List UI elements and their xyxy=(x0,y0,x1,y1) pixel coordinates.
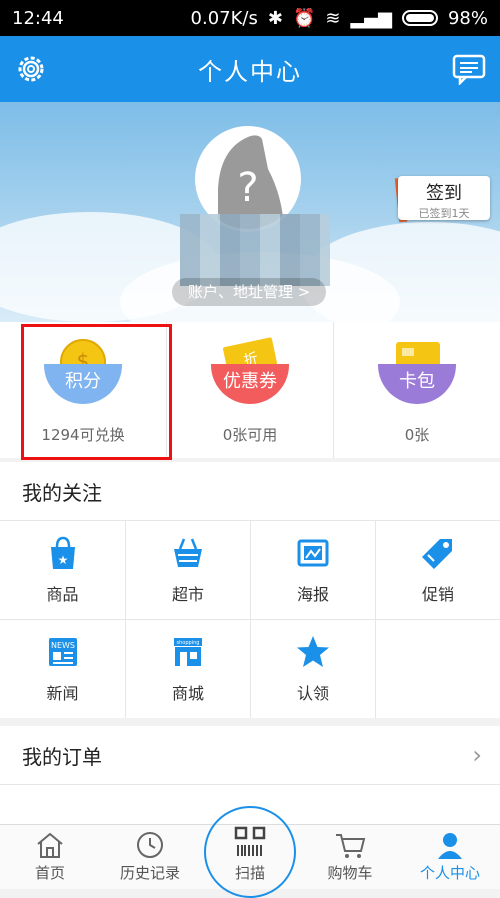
coupon-card[interactable]: 折 优惠券 0张可用 xyxy=(166,322,333,458)
follow-item-label: 商城 xyxy=(171,684,204,703)
follow-item-poster[interactable]: 海报 xyxy=(250,520,375,619)
coupon-badge: 优惠券 xyxy=(211,364,289,404)
follow-item-supermarket[interactable]: 超市 xyxy=(125,520,250,619)
points-card[interactable]: $ 积分 1294可兑换 xyxy=(0,322,166,458)
tab-profile[interactable]: 个人中心 xyxy=(400,825,500,889)
avatar-placeholder: ? xyxy=(237,165,259,211)
tag-icon xyxy=(422,539,452,569)
tab-label: 扫描 xyxy=(234,864,265,882)
home-icon xyxy=(37,832,63,858)
follow-item-goods[interactable]: ★ 商品 xyxy=(0,520,125,619)
profile-banner: ? 账户、地址管理 > 签到 已签到1天 xyxy=(0,102,500,322)
signal-icon: ▂▄▆ xyxy=(350,7,392,29)
bottom-tab-bar: 首页 历史记录 扫描 购物车 个人中心 xyxy=(0,824,500,889)
follow-section-title: 我的关注 xyxy=(0,462,500,520)
tab-label: 个人中心 xyxy=(419,864,480,882)
svg-text:★: ★ xyxy=(57,553,68,567)
scan-icon xyxy=(234,826,266,856)
battery-level: 98% xyxy=(447,7,488,29)
coupon-sub: 0张可用 xyxy=(222,426,278,444)
follow-item-label: 认领 xyxy=(296,684,329,703)
follow-item-label: 海报 xyxy=(296,585,329,604)
cardbag-badge: 卡包 xyxy=(378,364,456,404)
username-blurred xyxy=(180,214,330,286)
svg-text:NEWS: NEWS xyxy=(50,641,74,650)
basket-icon xyxy=(174,538,202,567)
checkin-status: 已签到1天 xyxy=(418,207,470,220)
wifi-icon: ≋ xyxy=(325,7,341,29)
tab-history[interactable]: 历史记录 xyxy=(100,825,200,889)
follow-grid: ★ 商品 超市 海报 促销 NEWS 新闻 shopping 商城 认领 xyxy=(0,520,500,718)
follow-item-promotion[interactable]: 促销 xyxy=(375,520,500,619)
settings-button[interactable] xyxy=(12,50,50,88)
orders-section-title: 我的订单 xyxy=(22,744,102,769)
message-icon xyxy=(452,54,486,85)
follow-item-label: 促销 xyxy=(421,585,454,604)
person-icon xyxy=(438,833,462,859)
follow-item-empty xyxy=(375,619,500,718)
checkin-label: 签到 xyxy=(426,183,462,204)
shop-icon: shopping xyxy=(174,638,202,666)
status-time: 12:44 xyxy=(12,7,64,29)
alarm-icon: ⏰ xyxy=(292,7,316,29)
points-badge: 积分 xyxy=(44,364,122,404)
svg-text:shopping: shopping xyxy=(177,640,200,646)
follow-item-news[interactable]: NEWS 新闻 xyxy=(0,619,125,718)
follow-item-mall[interactable]: shopping 商城 xyxy=(125,619,250,718)
tab-label: 首页 xyxy=(34,864,65,882)
points-sub: 1294可兑换 xyxy=(41,426,125,444)
tab-label: 历史记录 xyxy=(119,864,180,882)
app-header: 个人中心 xyxy=(0,36,500,102)
battery-icon xyxy=(401,10,438,26)
follow-item-label: 新闻 xyxy=(46,684,79,703)
follow-item-claim[interactable]: 认领 xyxy=(250,619,375,718)
news-icon: NEWS xyxy=(48,638,77,666)
tab-label: 购物车 xyxy=(327,864,373,882)
network-speed: 0.07K/s xyxy=(190,7,258,29)
follow-item-label: 商品 xyxy=(46,585,79,604)
poster-icon xyxy=(297,539,329,567)
account-address-link[interactable]: 账户、地址管理 > xyxy=(172,278,327,306)
follow-item-label: 超市 xyxy=(171,585,204,604)
bluetooth-icon: ✱ xyxy=(267,7,283,29)
gear-icon xyxy=(18,56,44,82)
checkin-button[interactable]: 签到 已签到1天 xyxy=(398,176,490,220)
tab-home[interactable]: 首页 xyxy=(0,825,100,889)
message-button[interactable] xyxy=(450,50,488,88)
cardbag-card[interactable]: 卡包 0张 xyxy=(333,322,500,458)
cardbag-sub: 0张 xyxy=(404,426,430,444)
status-bar: 12:44 0.07K/s ✱ ⏰ ≋ ▂▄▆ 98% xyxy=(0,0,500,36)
star-icon xyxy=(297,636,329,667)
cart-icon xyxy=(336,834,366,858)
orders-section-row[interactable]: 我的订单 › xyxy=(0,726,500,784)
stats-row: $ 积分 1294可兑换 折 优惠券 0张可用 卡包 0张 xyxy=(0,322,500,458)
page-title: 个人中心 xyxy=(198,57,302,86)
shopping-bag-icon: ★ xyxy=(50,536,75,569)
chevron-right-icon: › xyxy=(472,741,482,769)
tab-cart[interactable]: 购物车 xyxy=(300,825,400,889)
clock-icon xyxy=(137,832,163,858)
